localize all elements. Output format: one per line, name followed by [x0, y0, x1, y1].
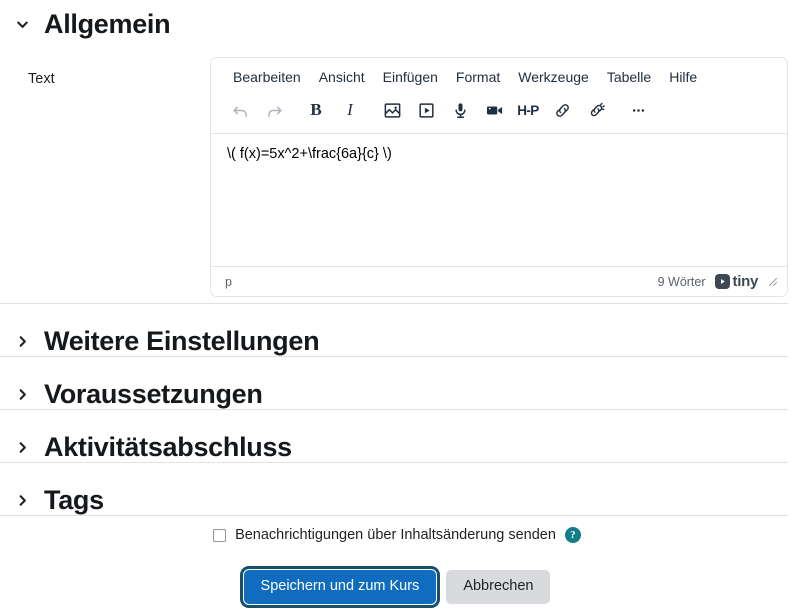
editor-content-area[interactable]: \( f(x)=5x^2+\frac{6a}{c} \)	[211, 134, 787, 266]
form-actions: Speichern und zum Kurs Abbrechen	[0, 566, 794, 608]
chevron-right-icon	[14, 387, 30, 403]
divider	[0, 462, 788, 463]
tinymce-brand-logo[interactable]: tiny	[714, 273, 759, 290]
link-icon[interactable]	[545, 95, 579, 125]
section-title-weitere-einstellungen: Weitere Einstellungen	[44, 326, 320, 356]
section-header-weitere-einstellungen[interactable]: Weitere Einstellungen	[0, 326, 794, 357]
bold-icon[interactable]: B	[299, 95, 333, 125]
section-title-tags: Tags	[44, 485, 104, 515]
moodle-activity-settings-form: Allgemein Text Bearbeiten Ansicht Einfüg…	[0, 0, 794, 615]
menu-view[interactable]: Ansicht	[311, 65, 373, 89]
undo-icon[interactable]	[223, 95, 257, 125]
section-header-allgemein[interactable]: Allgemein	[0, 9, 171, 40]
section-header-tags[interactable]: Tags	[0, 485, 794, 516]
label-text: Text	[28, 71, 55, 87]
section-header-aktivitaetsabschluss[interactable]: Aktivitätsabschluss	[0, 432, 794, 463]
divider	[0, 409, 788, 410]
editor-paragraph: \( f(x)=5x^2+\frac{6a}{c} \)	[227, 146, 392, 162]
section-allgemein: Allgemein Text Bearbeiten Ansicht Einfüg…	[0, 9, 788, 297]
notify-checkbox[interactable]	[213, 528, 227, 542]
chevron-right-icon	[14, 493, 30, 509]
more-icon[interactable]	[621, 95, 655, 125]
menu-format[interactable]: Format	[448, 65, 508, 89]
divider	[0, 515, 788, 516]
image-icon[interactable]	[375, 95, 409, 125]
menu-edit[interactable]: Bearbeiten	[225, 65, 309, 89]
section-header-voraussetzungen[interactable]: Voraussetzungen	[0, 379, 794, 410]
redo-icon[interactable]	[257, 95, 291, 125]
menu-table[interactable]: Tabelle	[599, 65, 659, 89]
chevron-right-icon	[14, 334, 30, 350]
editor-toolbar: B I H-P	[211, 93, 787, 134]
tinymce-editor: Bearbeiten Ansicht Einfügen Format Werkz…	[210, 57, 788, 297]
resize-grip-icon[interactable]	[767, 276, 779, 288]
tiny-brand-text: tiny	[732, 273, 759, 290]
chevron-down-icon	[14, 17, 30, 33]
italic-icon[interactable]: I	[333, 95, 367, 125]
section-tags: Tags	[0, 469, 794, 531]
section-title-aktivitaetsabschluss: Aktivitätsabschluss	[44, 432, 292, 462]
menu-insert[interactable]: Einfügen	[375, 65, 446, 89]
statusbar-right: 9 Wörter tiny	[658, 273, 779, 290]
cancel-button[interactable]: Abbrechen	[446, 570, 551, 604]
section-title-allgemein: Allgemein	[44, 9, 171, 39]
menu-help[interactable]: Hilfe	[661, 65, 705, 89]
help-icon[interactable]: ?	[564, 527, 581, 543]
word-count[interactable]: 9 Wörter	[658, 275, 706, 289]
unlink-icon[interactable]	[579, 95, 613, 125]
menu-tools[interactable]: Werkzeuge	[510, 65, 597, 89]
chevron-right-icon	[14, 440, 30, 456]
h5p-icon[interactable]: H-P	[511, 95, 545, 125]
notify-row: Benachrichtigungen über Inhaltsänderung …	[0, 527, 794, 543]
save-and-return-button[interactable]: Speichern und zum Kurs	[239, 566, 441, 608]
video-camera-icon[interactable]	[477, 95, 511, 125]
microphone-icon[interactable]	[443, 95, 477, 125]
notify-label[interactable]: Benachrichtigungen über Inhaltsänderung …	[235, 527, 556, 543]
tiny-mark-icon	[714, 274, 730, 289]
element-path[interactable]: p	[225, 275, 232, 289]
section-title-voraussetzungen: Voraussetzungen	[44, 379, 263, 409]
editor-statusbar: p 9 Wörter tiny	[211, 266, 787, 296]
media-icon[interactable]	[409, 95, 443, 125]
divider	[0, 356, 788, 357]
divider	[0, 303, 788, 304]
editor-menubar: Bearbeiten Ansicht Einfügen Format Werkz…	[211, 58, 787, 93]
